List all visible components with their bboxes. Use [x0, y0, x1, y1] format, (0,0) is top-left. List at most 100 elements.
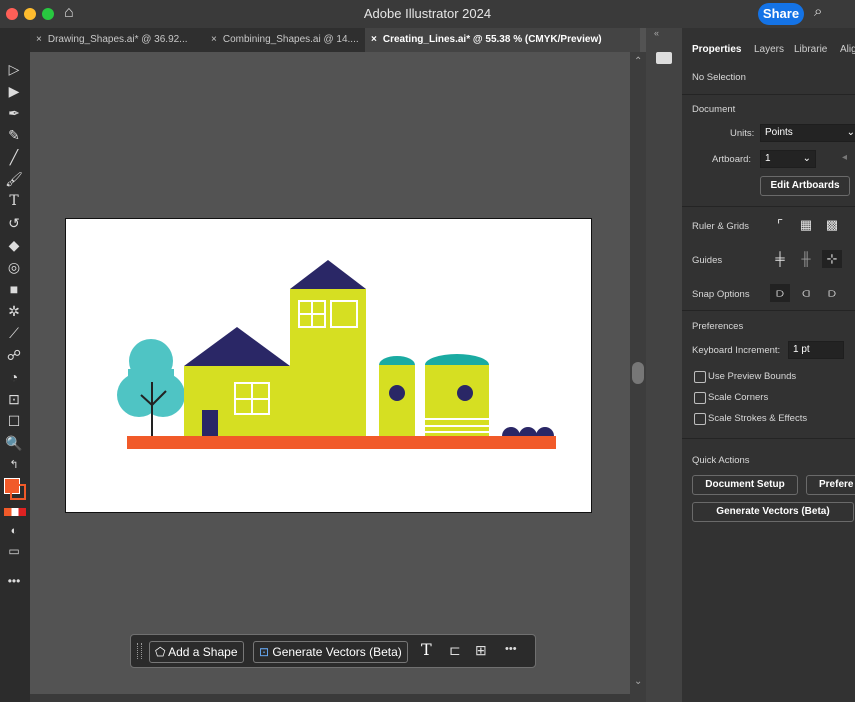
- brush-tool-icon[interactable]: 🖌: [5, 170, 23, 188]
- lasso-tool-icon[interactable]: ◎: [5, 258, 23, 276]
- eyedropper-tool-icon[interactable]: ⟋: [5, 324, 23, 342]
- tab-label: Combining_Shapes.ai @ 14....: [222, 34, 359, 45]
- preferences-button[interactable]: Prefere: [806, 475, 855, 495]
- generate-vectors-label: Generate Vectors (Beta): [272, 645, 402, 659]
- keyboard-increment-input[interactable]: 1 pt: [788, 341, 844, 359]
- tab-close-icon[interactable]: ×: [365, 34, 383, 45]
- rectangle-tool-icon[interactable]: ■: [5, 280, 23, 298]
- share-button[interactable]: Share: [758, 3, 804, 25]
- shape-icon: ⬠: [155, 645, 166, 659]
- symbol-tool-icon[interactable]: ◔: [5, 368, 23, 386]
- tab-close-icon[interactable]: ×: [30, 34, 48, 45]
- tools-panel: ▷ ▶ ✒ ✎ ╱ 🖌 T ↺ ◆ ◎ ■ ✲ ⟋ ☍ ◔ ⊡ ☐ 🔍 ↰ ◐ …: [0, 28, 30, 702]
- tab-layers[interactable]: Layers: [754, 44, 784, 55]
- transparency-grid-icon[interactable]: ▩: [822, 216, 842, 234]
- color-mode-icons[interactable]: [4, 508, 26, 516]
- more-options-icon[interactable]: •••: [505, 643, 517, 655]
- chevron-down-icon: ⌄: [802, 153, 811, 164]
- lock-guides-icon[interactable]: ╫: [796, 250, 816, 268]
- tab-align[interactable]: Alig: [840, 44, 855, 55]
- artboard-prev-icon[interactable]: ◂: [842, 152, 847, 163]
- ruler-grids-label: Ruler & Grids: [692, 221, 750, 232]
- artboard[interactable]: [65, 218, 592, 513]
- use-preview-bounds-label: Use Preview Bounds: [708, 371, 797, 382]
- artboard-value: 1: [765, 153, 771, 164]
- search-icon[interactable]: ⌕: [814, 3, 822, 20]
- line-tool-icon[interactable]: ╱: [5, 148, 23, 166]
- snap-to-point-icon[interactable]: ⫐: [770, 284, 790, 302]
- curvature-tool-icon[interactable]: ✎: [5, 126, 23, 144]
- artboard-tool-icon[interactable]: ⊡: [5, 390, 23, 408]
- scale-strokes-checkbox[interactable]: [694, 413, 706, 425]
- draw-mode-icon[interactable]: ◐: [5, 522, 23, 540]
- blend-tool-icon[interactable]: ☍: [5, 346, 23, 364]
- house-illustration: [117, 260, 556, 449]
- chevron-down-icon: ⌄: [846, 127, 855, 138]
- tower-roof: [290, 260, 366, 289]
- screen-mode-icon[interactable]: ▭: [5, 542, 23, 560]
- silo-cap: [425, 354, 489, 365]
- pen-tool-icon[interactable]: ✒: [5, 104, 23, 122]
- tab-libraries[interactable]: Librarie: [794, 44, 827, 55]
- tab-close-icon[interactable]: ×: [205, 34, 223, 45]
- collapsed-panels-strip: «: [646, 28, 682, 702]
- drag-handle-icon[interactable]: [137, 643, 142, 659]
- document-tab-bar: × Drawing_Shapes.ai* @ 36.92... × Combinin…: [30, 28, 640, 52]
- snap-to-glyph-icon[interactable]: ⫐: [822, 284, 842, 302]
- scale-strokes-label: Scale Strokes & Effects: [708, 413, 808, 424]
- divider: [682, 310, 855, 311]
- crop-icon[interactable]: ⊏: [449, 642, 461, 659]
- silo-cap: [379, 356, 415, 365]
- direct-selection-tool-icon[interactable]: ▶: [5, 82, 23, 100]
- hand-tool-icon[interactable]: ☐: [5, 412, 23, 430]
- artboard-select[interactable]: 1 ⌄: [760, 150, 816, 168]
- generate-vectors-panel-button[interactable]: Generate Vectors (Beta): [692, 502, 854, 522]
- tab-combining-shapes[interactable]: × Combining_Shapes.ai @ 14....: [205, 28, 365, 52]
- swap-colors-icon[interactable]: ↰: [5, 456, 23, 474]
- tab-label: Creating_Lines.ai* @ 55.38 % (CMYK/Previ…: [382, 34, 602, 45]
- rotate-tool-icon[interactable]: ↺: [5, 214, 23, 232]
- spray-tool-icon[interactable]: ✲: [5, 302, 23, 320]
- guides-label: Guides: [692, 255, 723, 266]
- units-value: Points: [765, 127, 793, 138]
- type-tool-icon[interactable]: T: [5, 192, 23, 210]
- add-shape-button[interactable]: ⬠ Add a Shape: [149, 641, 244, 663]
- eraser-tool-icon[interactable]: ◆: [5, 236, 23, 254]
- rulers-icon[interactable]: ⌜: [770, 216, 790, 234]
- grid-icon[interactable]: ▦: [796, 216, 816, 234]
- snap-to-pixel-icon[interactable]: ⫏: [796, 284, 816, 302]
- generate-vectors-icon: ⊡: [259, 645, 270, 659]
- scale-corners-label: Scale Corners: [708, 392, 769, 403]
- tab-properties[interactable]: Properties: [692, 44, 741, 55]
- generate-vectors-button[interactable]: ⊡ Generate Vectors (Beta): [253, 641, 408, 663]
- more-tools-icon[interactable]: •••: [5, 572, 23, 590]
- divider: [682, 438, 855, 439]
- units-select[interactable]: Points ⌄: [760, 124, 855, 142]
- smart-guides-icon[interactable]: ⊹: [822, 250, 842, 268]
- collapse-panels-icon[interactable]: «: [654, 28, 659, 38]
- tab-creating-lines[interactable]: × Creating_Lines.ai* @ 55.38 % (CMYK/Prev…: [365, 28, 640, 52]
- show-guides-icon[interactable]: ╪: [770, 250, 790, 268]
- house-body: [184, 366, 291, 436]
- app-title: Adobe Illustrator 2024: [363, 6, 492, 21]
- tab-drawing-shapes[interactable]: × Drawing_Shapes.ai* @ 36.92...: [30, 28, 205, 52]
- vertical-scrollbar[interactable]: ⌃ ⌄: [630, 52, 646, 702]
- comments-icon[interactable]: [656, 52, 672, 64]
- scroll-up-icon[interactable]: ⌃: [634, 56, 642, 67]
- scale-corners-checkbox[interactable]: [694, 392, 706, 404]
- scroll-thumb[interactable]: [632, 362, 644, 384]
- selection-status: No Selection: [692, 72, 746, 83]
- stroke-color-swatch[interactable]: [10, 484, 26, 500]
- artboard-label: Artboard:: [712, 154, 752, 165]
- edit-artboards-button[interactable]: Edit Artboards: [760, 176, 850, 196]
- type-icon[interactable]: T: [421, 640, 432, 659]
- divider: [682, 206, 855, 207]
- zoom-tool-icon[interactable]: 🔍: [5, 434, 23, 452]
- scroll-down-icon[interactable]: ⌄: [634, 676, 642, 687]
- document-setup-button[interactable]: Document Setup: [692, 475, 798, 495]
- units-label: Units:: [730, 128, 755, 139]
- use-preview-bounds-checkbox[interactable]: [694, 371, 706, 383]
- quick-actions-title: Quick Actions: [692, 455, 750, 466]
- selection-tool-icon[interactable]: ▷: [5, 60, 23, 78]
- image-settings-icon[interactable]: ⊞: [475, 642, 487, 659]
